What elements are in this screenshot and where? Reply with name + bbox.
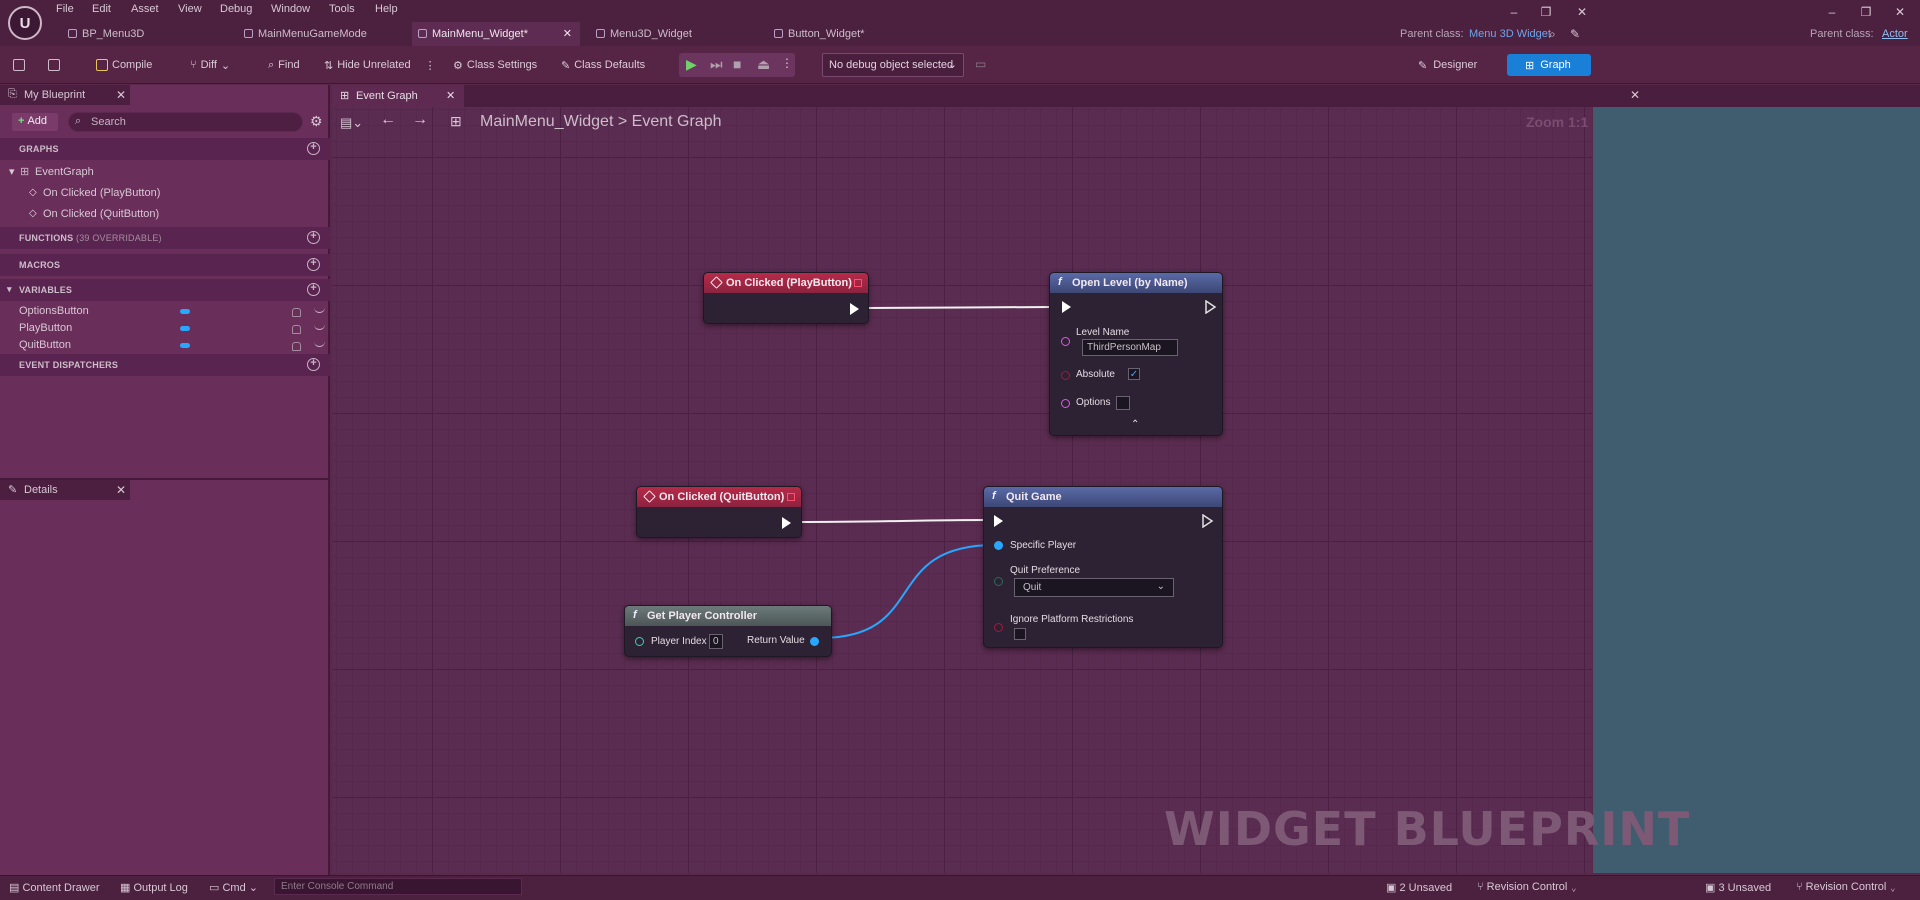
content-drawer-icon: ▤ <box>9 882 20 894</box>
console-input[interactable]: Enter Console Command <box>274 878 522 895</box>
quit-preference-label: Quit Preference <box>1010 565 1081 576</box>
int-pin[interactable] <box>635 637 644 646</box>
exec-out-pin[interactable] <box>1205 300 1217 314</box>
exec-wire-play <box>865 306 1053 309</box>
options-input[interactable] <box>1116 396 1130 410</box>
content-drawer-button[interactable]: ▤ Content Drawer <box>9 881 100 894</box>
return-value-label: Return Value <box>747 635 805 646</box>
unsaved-icon: ▣ <box>1705 882 1716 894</box>
node-header: f Quit Game <box>984 487 1222 507</box>
revision-control-icon: ⑂ <box>1796 881 1803 893</box>
revision-control-button-right[interactable]: ⑂ Revision Control ⌄ <box>1796 881 1896 893</box>
ignore-platform-checkbox[interactable] <box>1014 628 1026 640</box>
string-pin[interactable] <box>1061 399 1070 408</box>
cmd-dropdown[interactable]: ▭ Cmd ⌄ <box>209 881 258 894</box>
unsaved-button-left[interactable]: ▣ 2 Unsaved <box>1386 881 1452 894</box>
exec-out-pin[interactable] <box>782 517 791 529</box>
node-title: Get Player Controller <box>647 610 758 622</box>
quit-preference-select[interactable]: Quit ⌄ <box>1014 578 1174 597</box>
unsaved-icon: ▣ <box>1386 882 1397 894</box>
chevron-down-icon: ⌄ <box>1889 881 1897 893</box>
node-header: On Clicked (PlayButton) <box>704 273 868 293</box>
exec-in-pin[interactable] <box>994 515 1003 527</box>
player-controller-pin[interactable] <box>994 541 1003 550</box>
options-label: Options <box>1076 397 1111 408</box>
node-get-player-controller[interactable]: f Get Player Controller Player Index 0 R… <box>624 605 832 657</box>
node-header: f Open Level (by Name) <box>1050 273 1222 293</box>
node-quit-game[interactable]: f Quit Game Specific Player Quit Prefere… <box>983 486 1223 648</box>
node-title: On Clicked (QuitButton) <box>659 491 785 503</box>
player-index-input[interactable]: 0 <box>709 634 723 649</box>
output-log-label: Output Log <box>133 882 188 894</box>
content-drawer-label: Content Drawer <box>22 882 100 894</box>
graph-wires <box>798 306 1053 639</box>
function-icon: f <box>633 609 637 621</box>
node-title: On Clicked (PlayButton) <box>726 277 852 289</box>
output-log-icon: ▦ <box>120 882 131 894</box>
unsaved-label: 2 Unsaved <box>1399 882 1453 894</box>
revision-control-label: Revision Control <box>1805 881 1887 893</box>
node-title: Quit Game <box>1006 491 1062 503</box>
exec-in-pin[interactable] <box>1062 301 1071 313</box>
node-on-clicked-play[interactable]: On Clicked (PlayButton) <box>703 272 869 324</box>
specific-player-label: Specific Player <box>1010 540 1077 551</box>
exec-wire-quit <box>798 519 991 523</box>
ignore-platform-label: Ignore Platform Restrictions <box>1010 614 1134 625</box>
delegate-pin-icon[interactable] <box>787 493 795 501</box>
node-on-clicked-quit[interactable]: On Clicked (QuitButton) <box>636 486 802 538</box>
absolute-checkbox[interactable]: ✓ <box>1128 368 1140 380</box>
output-log-button[interactable]: ▦ Output Log <box>120 881 188 894</box>
object-wire-player <box>819 544 996 639</box>
player-index-label: Player Index <box>651 636 707 647</box>
console-icon: ▭ <box>209 882 220 894</box>
node-header: On Clicked (QuitButton) <box>637 487 801 507</box>
quit-preference-value: Quit <box>1023 582 1042 593</box>
function-icon: f <box>1058 276 1062 288</box>
node-open-level[interactable]: f Open Level (by Name) Level Name ThirdP… <box>1049 272 1223 436</box>
chevron-down-icon: ⌄ <box>1570 881 1578 893</box>
event-icon <box>710 276 723 289</box>
unsaved-button-right[interactable]: ▣ 3 Unsaved <box>1705 881 1771 894</box>
console-placeholder: Enter Console Command <box>281 881 394 892</box>
exec-out-pin[interactable] <box>1202 514 1214 528</box>
exec-out-pin[interactable] <box>850 303 859 315</box>
revision-control-label: Revision Control <box>1486 881 1568 893</box>
delegate-pin-icon[interactable] <box>854 279 862 287</box>
function-icon: f <box>992 490 996 502</box>
name-pin[interactable] <box>1061 337 1070 346</box>
collapse-advanced-icon[interactable]: ⌃ <box>1131 419 1139 430</box>
unsaved-label: 3 Unsaved <box>1718 882 1772 894</box>
cmd-label: Cmd <box>222 882 246 894</box>
chevron-down-icon: ⌄ <box>1156 581 1165 592</box>
level-name-input[interactable]: ThirdPersonMap <box>1082 339 1178 356</box>
chevron-down-icon: ⌄ <box>248 882 258 894</box>
enum-pin[interactable] <box>994 577 1003 586</box>
bool-pin[interactable] <box>994 623 1003 632</box>
event-icon <box>643 490 656 503</box>
revision-control-icon: ⑂ <box>1477 881 1484 893</box>
return-value-pin[interactable] <box>810 637 819 646</box>
node-header: f Get Player Controller <box>625 606 831 626</box>
level-name-label: Level Name <box>1076 327 1130 338</box>
node-title: Open Level (by Name) <box>1072 277 1188 289</box>
absolute-label: Absolute <box>1076 369 1115 380</box>
bool-pin[interactable] <box>1061 371 1070 380</box>
revision-control-button-left[interactable]: ⑂ Revision Control ⌄ <box>1477 881 1577 893</box>
